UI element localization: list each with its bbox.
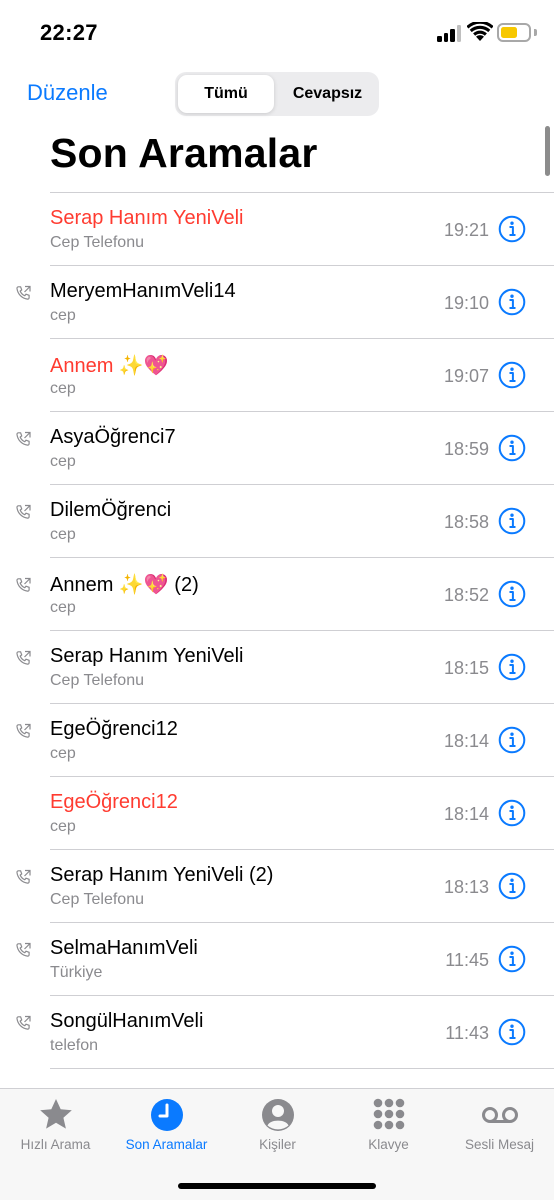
call-time: 19:07 bbox=[443, 366, 489, 386]
cellular-signal-icon bbox=[437, 25, 461, 42]
segment-missed[interactable]: Cevapsız bbox=[279, 75, 376, 113]
info-icon[interactable] bbox=[498, 580, 526, 608]
tab-label: Kişiler bbox=[259, 1137, 296, 1152]
scrollbar[interactable] bbox=[545, 126, 550, 176]
number-type: Türkiye bbox=[50, 964, 103, 981]
outgoing-call-icon bbox=[15, 723, 32, 740]
outgoing-call-icon bbox=[15, 869, 32, 886]
info-icon[interactable] bbox=[498, 361, 526, 389]
status-bar: 22:27 bbox=[0, 0, 554, 66]
call-time: 18:14 bbox=[443, 804, 489, 824]
number-type: Cep Telefonu bbox=[50, 234, 144, 251]
tab-kisiler[interactable]: Kişiler bbox=[222, 1089, 333, 1159]
segment-all[interactable]: Tümü bbox=[178, 75, 274, 113]
outgoing-call-icon bbox=[15, 1015, 32, 1032]
call-row[interactable]: Serap Hanım YeniVeli Cep Telefonu 19:21 bbox=[0, 193, 554, 266]
call-row[interactable]: Annem ✨💖 cep 19:07 bbox=[0, 339, 554, 412]
info-icon[interactable] bbox=[498, 799, 526, 827]
call-row[interactable]: EgeÖğrenci12 cep 18:14 bbox=[0, 777, 554, 850]
number-type: telefon bbox=[50, 1037, 99, 1054]
outgoing-call-icon bbox=[15, 942, 32, 959]
call-time: 18:52 bbox=[443, 585, 489, 605]
info-icon[interactable] bbox=[498, 945, 526, 973]
battery-icon bbox=[497, 23, 531, 42]
wifi-icon bbox=[467, 22, 493, 41]
info-icon[interactable] bbox=[498, 1018, 526, 1046]
call-row[interactable]: SelmaHanımVeli Türkiye 11:45 bbox=[0, 923, 554, 996]
contact-name: AsyaÖğrenci7 bbox=[50, 426, 176, 448]
clock-icon bbox=[151, 1099, 183, 1131]
tab-sesli-mesaj[interactable]: Sesli Mesaj bbox=[444, 1089, 554, 1159]
contact-name: EgeÖğrenci12 bbox=[50, 718, 178, 740]
keypad-icon bbox=[373, 1098, 405, 1130]
call-time: 11:45 bbox=[445, 950, 489, 970]
tab-son-aramalar[interactable]: Son Aramalar bbox=[111, 1089, 222, 1159]
call-time: 18:15 bbox=[443, 658, 489, 678]
outgoing-call-icon bbox=[15, 431, 32, 448]
info-icon[interactable] bbox=[498, 215, 526, 243]
call-time: 19:10 bbox=[443, 293, 489, 313]
tab-label: Son Aramalar bbox=[125, 1137, 208, 1152]
star-icon bbox=[40, 1099, 72, 1129]
contact-name: Serap Hanım YeniVeli bbox=[50, 645, 244, 667]
tab-hizli-arama[interactable]: Hızlı Arama bbox=[0, 1089, 111, 1159]
tab-label: Klavye bbox=[368, 1137, 409, 1152]
call-time: 11:43 bbox=[445, 1023, 489, 1043]
call-row[interactable]: AsyaÖğrenci7 cep 18:59 bbox=[0, 412, 554, 485]
number-type: cep bbox=[50, 380, 76, 397]
contact-name: EgeÖğrenci12 bbox=[50, 791, 178, 813]
contact-name: MeryemHanımVeli14 bbox=[50, 280, 236, 302]
call-time: 18:13 bbox=[443, 877, 489, 897]
call-time: 19:21 bbox=[443, 220, 489, 240]
number-type: Cep Telefonu bbox=[50, 891, 144, 908]
page-title: Son Aramalar bbox=[50, 130, 318, 176]
number-type: Cep Telefonu bbox=[50, 672, 144, 689]
person-circle-icon bbox=[262, 1099, 294, 1131]
call-row[interactable]: SongülHanımVeli telefon 11:43 bbox=[0, 996, 554, 1069]
battery-cap bbox=[534, 29, 537, 36]
call-row[interactable]: Serap Hanım YeniVeli Cep Telefonu 18:15 bbox=[0, 631, 554, 704]
contact-name: Annem ✨💖 (2) bbox=[50, 574, 199, 596]
home-indicator[interactable] bbox=[178, 1183, 376, 1189]
status-time: 22:27 bbox=[40, 20, 98, 45]
tab-label: Hızlı Arama bbox=[20, 1137, 91, 1152]
info-icon[interactable] bbox=[498, 872, 526, 900]
number-type: cep bbox=[50, 307, 76, 324]
call-time: 18:58 bbox=[443, 512, 489, 532]
info-icon[interactable] bbox=[498, 726, 526, 754]
outgoing-call-icon bbox=[15, 285, 32, 302]
call-row[interactable]: Serap Hanım YeniVeli (2) Cep Telefonu 18:1… bbox=[0, 850, 554, 923]
contact-name: DilemÖğrenci bbox=[50, 499, 172, 521]
number-type: cep bbox=[50, 745, 76, 762]
info-icon[interactable] bbox=[498, 434, 526, 462]
recent-calls-list: Serap Hanım YeniVeli Cep Telefonu 19:21 Mer… bbox=[0, 193, 554, 1069]
tab-label: Sesli Mesaj bbox=[464, 1137, 535, 1152]
contact-name: SongülHanımVeli bbox=[50, 1010, 204, 1032]
info-icon[interactable] bbox=[498, 288, 526, 316]
outgoing-call-icon bbox=[15, 650, 32, 667]
number-type: cep bbox=[50, 599, 76, 616]
contact-name: SelmaHanımVeli bbox=[50, 937, 198, 959]
call-time: 18:59 bbox=[443, 439, 489, 459]
number-type: cep bbox=[50, 526, 76, 543]
call-time: 18:14 bbox=[443, 731, 489, 751]
filter-segmented-control: Tümü Cevapsız bbox=[175, 72, 379, 116]
call-row[interactable]: EgeÖğrenci12 cep 18:14 bbox=[0, 704, 554, 777]
info-icon[interactable] bbox=[498, 653, 526, 681]
voicemail-icon bbox=[482, 1107, 518, 1123]
contact-name: Annem ✨💖 bbox=[50, 355, 169, 377]
info-icon[interactable] bbox=[498, 507, 526, 535]
number-type: cep bbox=[50, 453, 76, 470]
tab-klavye[interactable]: Klavye bbox=[333, 1089, 444, 1159]
call-row[interactable]: Annem ✨💖 (2) cep 18:52 bbox=[0, 558, 554, 631]
call-row[interactable]: DilemÖğrenci cep 18:58 bbox=[0, 485, 554, 558]
outgoing-call-icon bbox=[15, 504, 32, 521]
call-row[interactable]: MeryemHanımVeli14 cep 19:10 bbox=[0, 266, 554, 339]
outgoing-call-icon bbox=[15, 577, 32, 594]
number-type: cep bbox=[50, 818, 76, 835]
edit-button[interactable]: Düzenle bbox=[27, 80, 108, 106]
contact-name: Serap Hanım YeniVeli (2) bbox=[50, 864, 274, 886]
contact-name: Serap Hanım YeniVeli bbox=[50, 207, 244, 229]
recents-screen: 22:27 Düzenle Tümü Cevapsız Son Aramalar… bbox=[0, 0, 554, 1200]
